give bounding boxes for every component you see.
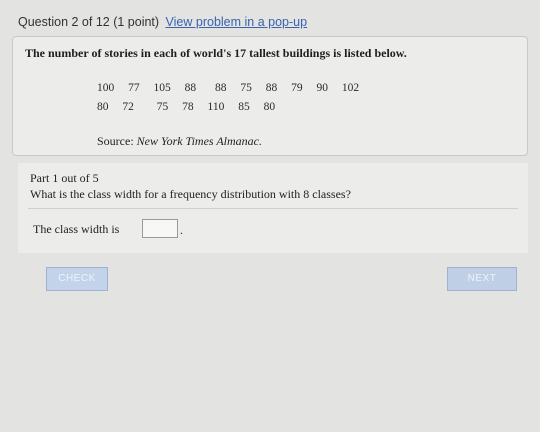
popup-link[interactable]: View problem in a pop-up [166, 15, 308, 29]
data-value: 90 [316, 82, 329, 94]
data-value: 79 [291, 82, 303, 94]
data-value: 100 [97, 82, 115, 94]
data-value: 102 [341, 82, 360, 94]
check-button[interactable]: CHECK [46, 267, 108, 291]
data-row-1: 100 77 105 88 88 75 88 79 90 102 [97, 82, 370, 94]
class-width-input[interactable] [142, 219, 178, 238]
source-citation: Source: New York Times Almanac. [97, 134, 262, 149]
source-prefix: Source: [97, 134, 134, 148]
data-value: 88 [265, 82, 278, 94]
part-question: What is the class width for a frequency … [30, 187, 351, 201]
question-label: Question 2 of 12 (1 point) [18, 15, 160, 29]
source-title: New York Times Almanac. [136, 134, 263, 148]
answer-suffix: . [180, 223, 183, 237]
problem-statement: The number of stories in each of world's… [25, 46, 407, 60]
data-value: 85 [238, 101, 250, 113]
data-value: 80 [263, 101, 276, 113]
data-row-2: 80 72 75 78 110 85 80 [97, 101, 286, 113]
data-value: 88 [184, 82, 197, 94]
data-value: 105 [153, 82, 171, 94]
data-value: 80 [97, 101, 109, 113]
data-value: 88 [215, 82, 227, 94]
data-value: 75 [156, 101, 169, 113]
next-button[interactable]: NEXT [447, 267, 517, 291]
data-value: 77 [128, 82, 140, 94]
answer-label: The class width is [33, 222, 120, 236]
data-value: 110 [207, 101, 225, 113]
question-header: Question 2 of 12 (1 point) View problem … [18, 15, 307, 29]
part-box: Part 1 out of 5 What is the class width … [18, 163, 528, 253]
data-value: 72 [122, 101, 134, 113]
data-value: 78 [182, 101, 194, 113]
part-title: Part 1 out of 5 [30, 171, 99, 185]
divider [28, 208, 518, 209]
problem-box: The number of stories in each of world's… [12, 36, 528, 156]
data-value: 75 [240, 82, 252, 94]
